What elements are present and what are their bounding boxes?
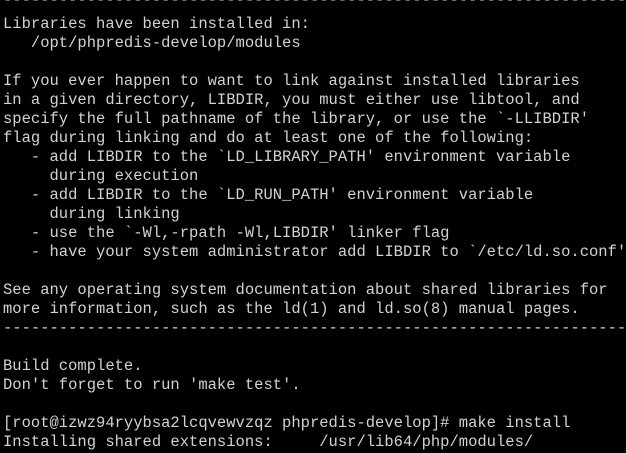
output-line: Libraries have been installed in: <box>3 15 310 33</box>
output-line: flag during linking and do at least one … <box>3 129 534 147</box>
output-line: /opt/phpredis-develop/modules <box>3 34 301 52</box>
output-line: during execution <box>3 167 199 185</box>
output-line: - add LIBDIR to the `LD_LIBRARY_PATH' en… <box>3 148 571 166</box>
output-line: - use the `-Wl,-rpath -Wl,LIBDIR' linker… <box>3 224 450 242</box>
output-line: more information, such as the ld(1) and … <box>3 300 580 318</box>
terminal-window[interactable]: ----------------------------------------… <box>0 0 626 453</box>
shell-prompt-line: [root@izwz94ryybsa2lcqvewvzqz phpredis-d… <box>3 414 571 432</box>
output-line: Installing shared extensions: /usr/lib64… <box>3 433 534 451</box>
output-line: If you ever happen to want to link again… <box>3 72 580 90</box>
separator-line-top: ----------------------------------------… <box>3 0 626 9</box>
output-line: See any operating system documentation a… <box>3 281 608 299</box>
output-line: during linking <box>3 205 180 223</box>
output-line: specify the full pathname of the library… <box>3 110 589 128</box>
output-line: Don't forget to run 'make test'. <box>3 376 301 394</box>
output-line: - add LIBDIR to the `LD_RUN_PATH' enviro… <box>3 186 534 204</box>
output-line: in a given directory, LIBDIR, you must e… <box>3 91 580 109</box>
output-line: Build complete. <box>3 357 143 375</box>
output-line: - have your system administrator add LIB… <box>3 243 626 261</box>
separator-line-bottom: ----------------------------------------… <box>3 319 626 337</box>
